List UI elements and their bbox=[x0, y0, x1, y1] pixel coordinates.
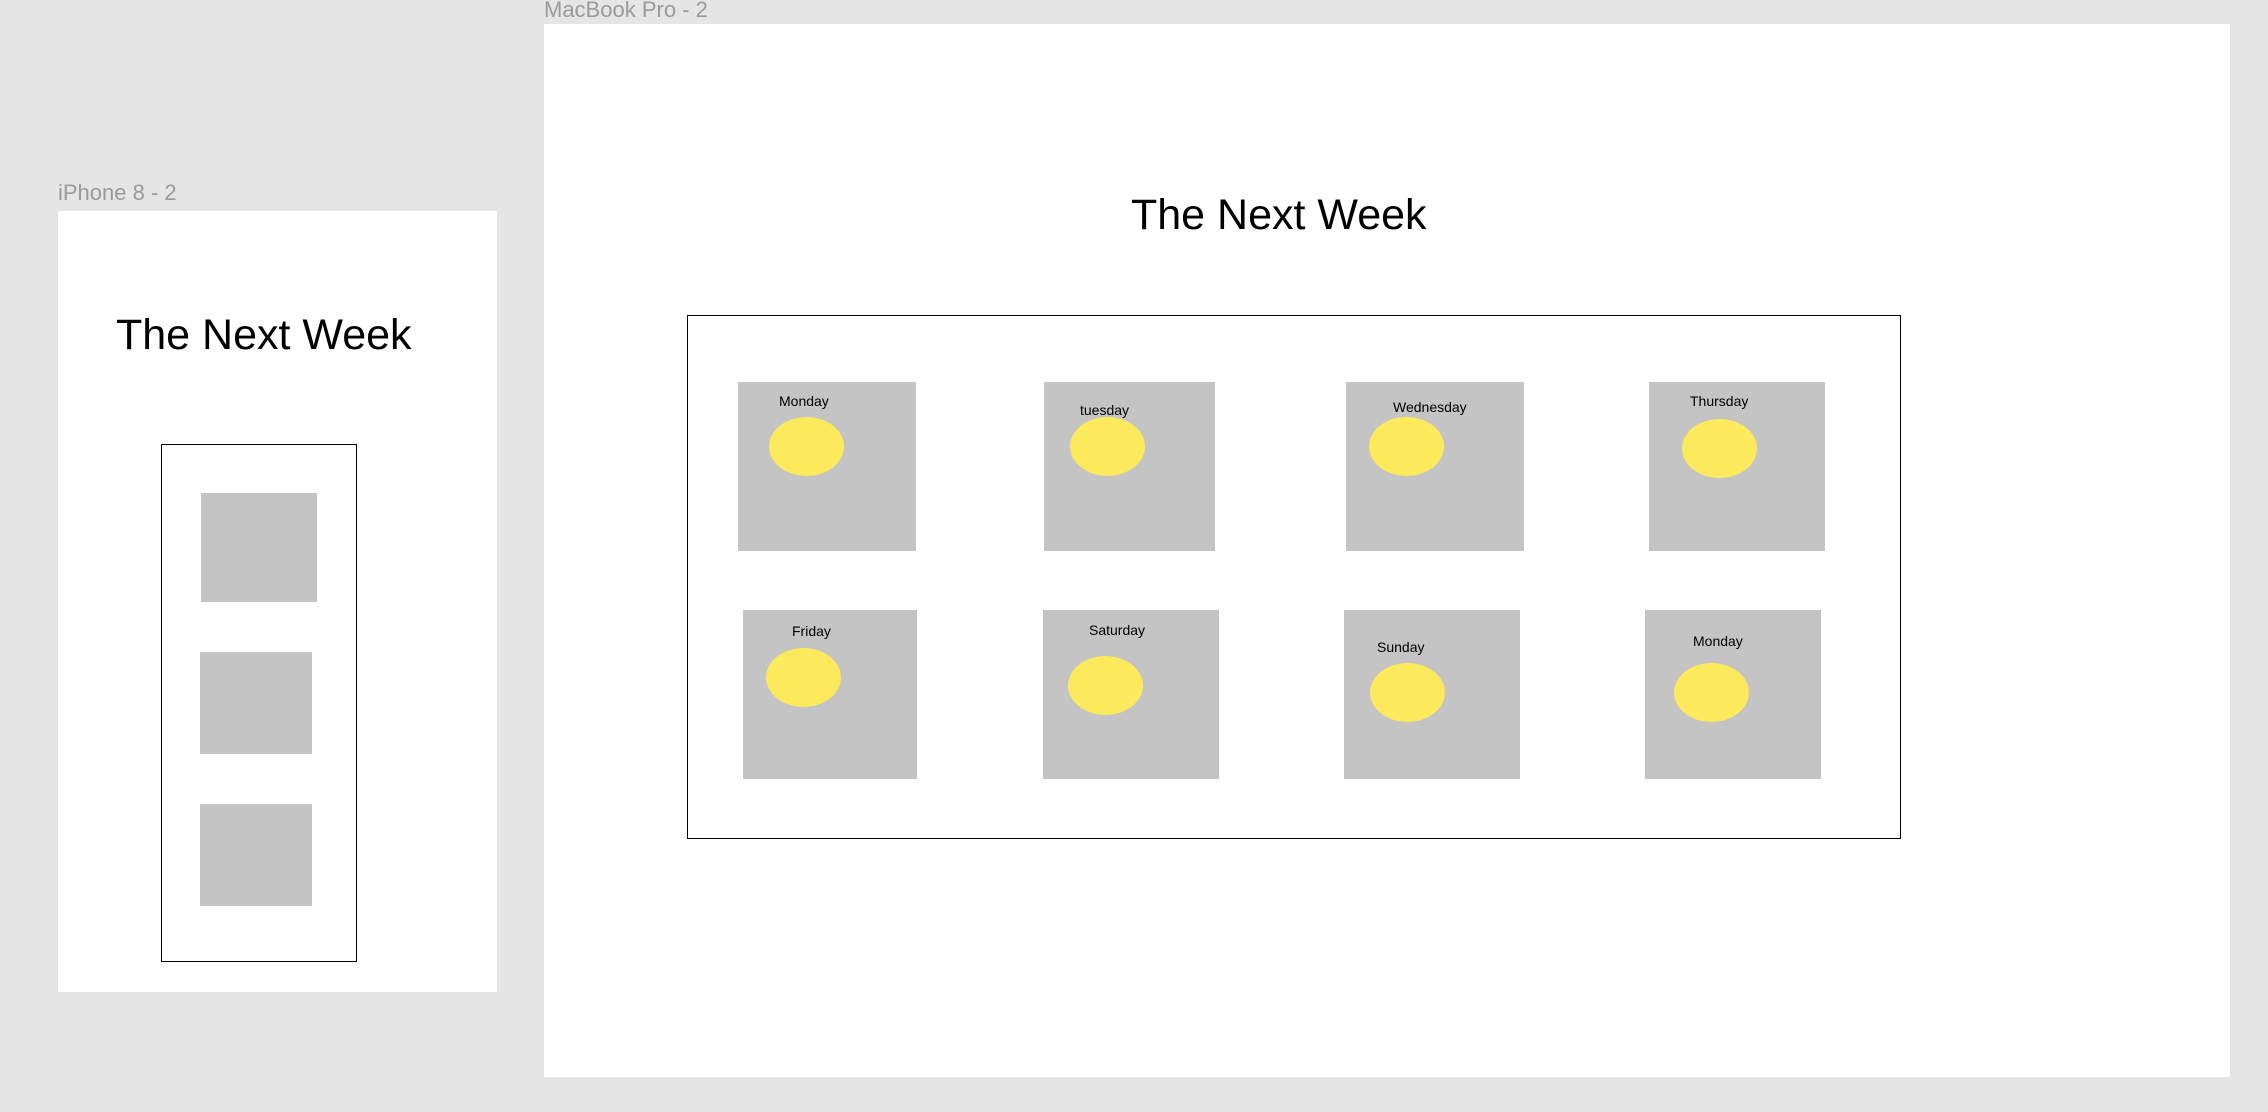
day-label: Thursday bbox=[1690, 393, 1749, 409]
macbook-frame[interactable]: The Next Week Monday tuesday Wednesday T… bbox=[544, 24, 2230, 1077]
sun-icon bbox=[1682, 419, 1757, 478]
day-card-saturday: Saturday bbox=[1043, 610, 1219, 779]
day-card-wednesday: Wednesday bbox=[1346, 382, 1524, 551]
day-label: Wednesday bbox=[1393, 399, 1467, 415]
macbook-page-title: The Next Week bbox=[1131, 191, 1427, 239]
sun-icon bbox=[1070, 417, 1145, 476]
iphone-day-tile bbox=[201, 493, 317, 602]
iphone-day-tile bbox=[200, 652, 312, 754]
day-card-monday-next: Monday bbox=[1645, 610, 1821, 779]
day-label: Friday bbox=[792, 623, 831, 639]
day-card-tuesday: tuesday bbox=[1044, 382, 1215, 551]
day-label: tuesday bbox=[1080, 402, 1130, 418]
sun-icon bbox=[769, 417, 844, 476]
iphone-frame-label[interactable]: iPhone 8 - 2 bbox=[58, 180, 177, 206]
sun-icon bbox=[1674, 663, 1749, 722]
sun-icon bbox=[1370, 663, 1445, 722]
day-card-thursday: Thursday bbox=[1649, 382, 1825, 551]
day-label: Monday bbox=[779, 393, 829, 409]
day-card-friday: Friday bbox=[743, 610, 917, 779]
sun-icon bbox=[1369, 417, 1444, 476]
day-card-monday: Monday bbox=[738, 382, 916, 551]
iphone-page-title: The Next Week bbox=[116, 311, 412, 359]
day-card-sunday: Sunday bbox=[1344, 610, 1520, 779]
day-label: Saturday bbox=[1089, 622, 1146, 638]
iphone-week-container bbox=[161, 444, 357, 962]
day-label: Monday bbox=[1693, 633, 1743, 649]
iphone-day-tile bbox=[200, 804, 312, 906]
day-label: Sunday bbox=[1377, 639, 1425, 655]
design-canvas[interactable]: iPhone 8 - 2 The Next Week MacBook Pro -… bbox=[0, 0, 2268, 1112]
iphone-frame[interactable]: The Next Week bbox=[58, 211, 497, 992]
sun-icon bbox=[1068, 656, 1143, 715]
macbook-frame-label[interactable]: MacBook Pro - 2 bbox=[544, 0, 708, 23]
sun-icon bbox=[766, 648, 841, 707]
macbook-week-container: Monday tuesday Wednesday Thursday Friday bbox=[687, 315, 1901, 839]
